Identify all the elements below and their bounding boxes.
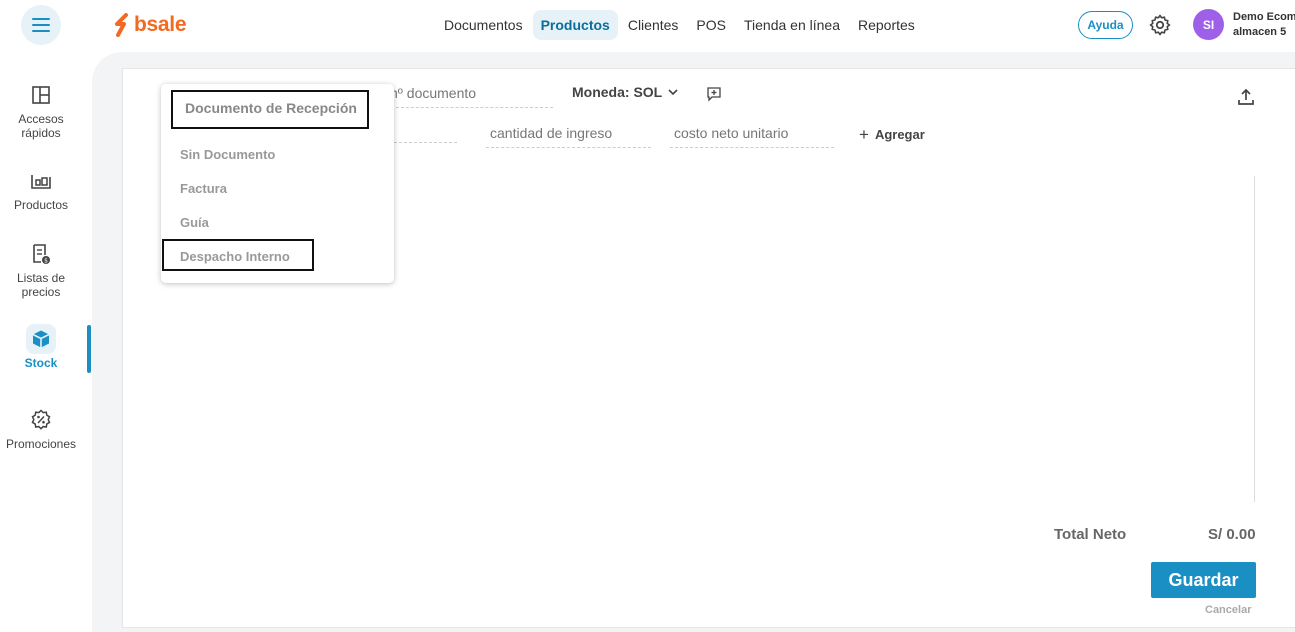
- hamburger-icon: [32, 16, 50, 34]
- sidebar-item-label: Stock: [24, 356, 58, 370]
- user-info[interactable]: Demo Ecom almacen 5: [1233, 10, 1295, 40]
- sidebar-item-label: Accesos: [18, 112, 64, 126]
- sidebar-active-indicator: [87, 325, 91, 373]
- product-input[interactable]: [394, 125, 457, 143]
- main-nav: Documentos Productos Clientes POS Tienda…: [436, 9, 925, 41]
- save-button[interactable]: Guardar: [1151, 562, 1256, 598]
- logo[interactable]: bsale: [112, 12, 187, 38]
- sidebar-item-label: Promociones: [5, 437, 77, 451]
- document-number-input[interactable]: nº documento: [386, 85, 553, 108]
- nav-documentos[interactable]: Documentos: [436, 10, 531, 40]
- chevron-down-icon: [668, 89, 678, 96]
- gear-icon[interactable]: [1148, 13, 1172, 37]
- products-icon: [26, 166, 56, 196]
- quantity-input[interactable]: cantidad de ingreso: [486, 125, 651, 148]
- cancel-link[interactable]: Cancelar: [1205, 604, 1251, 616]
- nav-reportes[interactable]: Reportes: [850, 10, 923, 40]
- option-factura[interactable]: Factura: [180, 181, 227, 196]
- hamburger-menu-button[interactable]: [21, 5, 61, 45]
- top-bar: bsale Documentos Productos Clientes POS …: [0, 0, 1295, 52]
- grid-icon: [26, 80, 56, 110]
- dropdown-header: Documento de Recepción: [171, 90, 369, 129]
- plus-icon: +: [859, 124, 869, 144]
- sidebar: Accesos rápidos Productos $ Listas de pr…: [0, 52, 92, 621]
- logo-text: bsale: [134, 13, 187, 36]
- user-name: Demo Ecom: [1233, 11, 1295, 23]
- sidebar-item-promociones[interactable]: Promociones: [0, 405, 82, 451]
- sidebar-item-stock[interactable]: Stock: [0, 324, 82, 370]
- sidebar-item-accesos[interactable]: Accesos rápidos: [0, 80, 82, 140]
- sidebar-item-label: Productos: [13, 198, 69, 212]
- avatar[interactable]: SI: [1193, 9, 1224, 40]
- add-note-icon[interactable]: [706, 86, 722, 102]
- promo-icon: [26, 405, 56, 435]
- document-type-dropdown: Documento de Recepción Sin Documento Fac…: [161, 84, 394, 283]
- unit-cost-input[interactable]: costo neto unitario: [670, 125, 834, 148]
- currency-select[interactable]: Moneda: SOL: [572, 84, 680, 100]
- add-button[interactable]: + Agregar: [859, 124, 925, 144]
- sidebar-item-label: rápidos: [21, 126, 61, 140]
- sidebar-item-label: precios: [21, 285, 61, 299]
- user-location: almacen 5: [1233, 26, 1287, 38]
- nav-clientes[interactable]: Clientes: [620, 10, 687, 40]
- add-button-label: Agregar: [874, 127, 925, 142]
- nav-tienda[interactable]: Tienda en línea: [736, 10, 848, 40]
- bsale-logo-icon: [115, 13, 128, 37]
- option-despacho-interno[interactable]: Despacho Interno: [180, 249, 290, 264]
- option-guia[interactable]: Guía: [180, 215, 209, 230]
- nav-productos[interactable]: Productos: [532, 10, 618, 40]
- sidebar-item-productos[interactable]: Productos: [0, 166, 82, 212]
- nav-pos[interactable]: POS: [688, 10, 734, 40]
- help-button[interactable]: Ayuda: [1078, 11, 1133, 39]
- currency-label: Moneda: SOL: [572, 84, 663, 100]
- total-net-value: S/ 0.00: [1208, 526, 1256, 543]
- option-sin-documento[interactable]: Sin Documento: [180, 147, 275, 162]
- price-list-icon: $: [26, 239, 56, 269]
- sidebar-item-listas-precios[interactable]: $ Listas de precios: [0, 239, 82, 299]
- total-net-label: Total Neto: [1054, 526, 1127, 543]
- upload-icon[interactable]: [1236, 87, 1256, 107]
- list-area-divider: [1254, 176, 1255, 502]
- svg-text:$: $: [44, 258, 48, 265]
- box-icon: [26, 324, 56, 354]
- sidebar-item-label: Listas de: [16, 271, 66, 285]
